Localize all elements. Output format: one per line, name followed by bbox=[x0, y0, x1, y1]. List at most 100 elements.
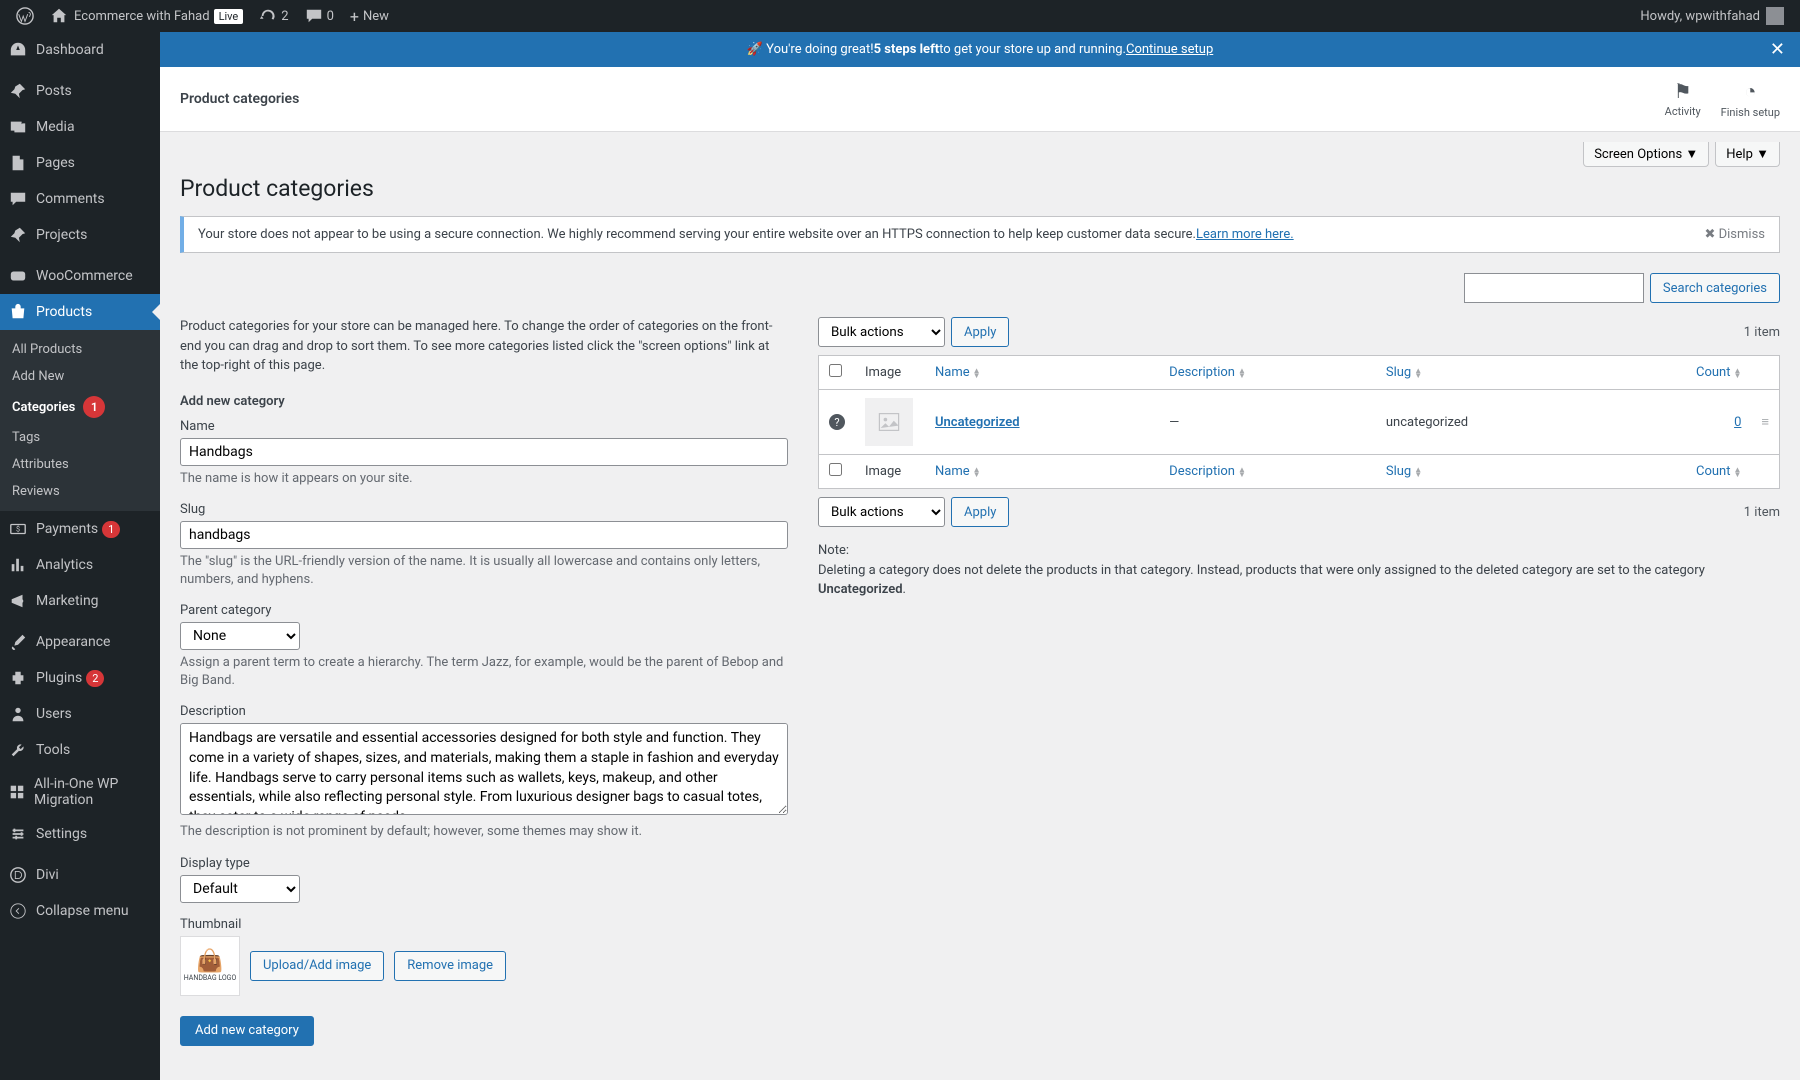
row-name-link[interactable]: Uncategorized bbox=[935, 415, 1020, 430]
name-input[interactable] bbox=[180, 438, 788, 466]
migration-icon bbox=[8, 782, 26, 802]
bulk-actions-bottom[interactable]: Bulk actions bbox=[818, 497, 945, 527]
menu-dashboard[interactable]: Dashboard bbox=[0, 32, 160, 68]
activity-button[interactable]: ⚑ Activity bbox=[1665, 79, 1701, 119]
info-icon[interactable]: ? bbox=[829, 414, 845, 430]
menu-migration[interactable]: All-in-One WP Migration bbox=[0, 768, 160, 816]
wp-logo[interactable] bbox=[8, 0, 42, 32]
categories-table: Image Name▲▼ Description▲▼ Slug▲▼ Count▲… bbox=[818, 355, 1780, 489]
apply-top-button[interactable]: Apply bbox=[951, 317, 1009, 347]
menu-pages[interactable]: Pages bbox=[0, 145, 160, 181]
thumb-label: Thumbnail bbox=[180, 917, 788, 932]
menu-appearance[interactable]: Appearance bbox=[0, 624, 160, 660]
menu-payments[interactable]: $Payments1 bbox=[0, 511, 160, 547]
live-badge: Live bbox=[214, 9, 244, 24]
submenu-reviews[interactable]: Reviews bbox=[0, 478, 160, 505]
menu-tools[interactable]: Tools bbox=[0, 732, 160, 768]
collapse-icon bbox=[8, 901, 28, 921]
users-icon bbox=[8, 704, 28, 724]
apply-bottom-button[interactable]: Apply bbox=[951, 497, 1009, 527]
page-title: Product categories bbox=[180, 175, 1780, 202]
screen-options-button[interactable]: Screen Options ▼ bbox=[1583, 142, 1709, 167]
col-count[interactable]: Count▲▼ bbox=[1696, 365, 1741, 380]
thumbnail-preview: 👜 HANDBAG LOGO bbox=[180, 936, 240, 996]
item-count-bottom: 1 item bbox=[1744, 505, 1780, 520]
menu-plugins[interactable]: Plugins2 bbox=[0, 660, 160, 696]
settings-icon bbox=[8, 824, 28, 844]
col-desc[interactable]: Description▲▼ bbox=[1169, 365, 1246, 380]
name-help: The name is how it appears on your site. bbox=[180, 470, 788, 488]
select-all-bottom[interactable] bbox=[829, 463, 842, 476]
menu-settings[interactable]: Settings bbox=[0, 816, 160, 852]
display-label: Display type bbox=[180, 856, 788, 871]
rocket-icon: 🚀 bbox=[747, 42, 763, 57]
https-notice: Your store does not appear to be using a… bbox=[180, 216, 1780, 253]
search-button[interactable]: Search categories bbox=[1650, 273, 1780, 303]
menu-media[interactable]: Media bbox=[0, 109, 160, 145]
close-icon[interactable]: ✕ bbox=[1770, 39, 1785, 60]
new-link[interactable]: + New bbox=[342, 0, 397, 32]
page-header-title: Product categories bbox=[180, 91, 299, 107]
categories-table-area: Bulk actions Apply 1 item Image Name▲▼ D… bbox=[818, 317, 1780, 1046]
desc-textarea[interactable]: Handbags are versatile and essential acc… bbox=[180, 723, 788, 815]
submenu-add-new[interactable]: Add New bbox=[0, 363, 160, 390]
row-count-link[interactable]: 0 bbox=[1734, 415, 1741, 430]
home-icon bbox=[50, 7, 68, 25]
add-category-form: Product categories for your store can be… bbox=[180, 317, 788, 1046]
banner-steps: 5 steps left bbox=[874, 42, 940, 57]
submenu-categories[interactable]: Categories1 bbox=[0, 390, 160, 424]
display-select[interactable]: Default bbox=[180, 875, 300, 903]
dismiss-button[interactable]: ✖ Dismiss bbox=[1704, 227, 1765, 242]
help-button[interactable]: Help ▼ bbox=[1715, 142, 1780, 167]
col-slug[interactable]: Slug▲▼ bbox=[1386, 365, 1422, 380]
parent-select[interactable]: None bbox=[180, 622, 300, 650]
plugins-badge: 2 bbox=[86, 670, 104, 687]
site-name: Ecommerce with Fahad bbox=[74, 9, 210, 24]
slug-label: Slug bbox=[180, 502, 788, 517]
add-category-button[interactable]: Add new category bbox=[180, 1016, 314, 1046]
menu-analytics[interactable]: Analytics bbox=[0, 547, 160, 583]
updates-link[interactable]: 2 bbox=[251, 0, 296, 32]
notice-link[interactable]: Learn more here. bbox=[1196, 227, 1294, 242]
menu-comments[interactable]: Comments bbox=[0, 181, 160, 217]
site-link[interactable]: Ecommerce with Fahad Live bbox=[42, 0, 251, 32]
search-input[interactable] bbox=[1464, 273, 1644, 303]
submenu-attributes[interactable]: Attributes bbox=[0, 451, 160, 478]
slug-input[interactable] bbox=[180, 521, 788, 549]
media-icon bbox=[8, 117, 28, 137]
new-label: New bbox=[363, 9, 389, 24]
howdy-link[interactable]: Howdy, wpwithfahad bbox=[1632, 0, 1792, 32]
menu-projects[interactable]: Projects bbox=[0, 217, 160, 253]
menu-users[interactable]: Users bbox=[0, 696, 160, 732]
comments-link[interactable]: 0 bbox=[297, 0, 342, 32]
howdy-text: Howdy, wpwithfahad bbox=[1640, 9, 1760, 24]
menu-posts[interactable]: Posts bbox=[0, 73, 160, 109]
admin-sidebar: Dashboard Posts Media Pages Comments Pro… bbox=[0, 32, 160, 1080]
handbag-icon: 👜 bbox=[196, 949, 223, 974]
submenu-all-products[interactable]: All Products bbox=[0, 336, 160, 363]
menu-collapse[interactable]: Collapse menu bbox=[0, 893, 160, 929]
parent-label: Parent category bbox=[180, 603, 788, 618]
bulk-actions-top[interactable]: Bulk actions bbox=[818, 317, 945, 347]
menu-marketing[interactable]: Marketing bbox=[0, 583, 160, 619]
svg-text:$: $ bbox=[16, 525, 20, 534]
col-name[interactable]: Name▲▼ bbox=[935, 365, 981, 380]
upload-image-button[interactable]: Upload/Add image bbox=[250, 951, 384, 981]
continue-setup-link[interactable]: Continue setup bbox=[1126, 42, 1213, 57]
menu-products[interactable]: Products bbox=[0, 294, 160, 330]
payments-badge: 1 bbox=[102, 521, 120, 538]
products-submenu: All Products Add New Categories1 Tags At… bbox=[0, 330, 160, 511]
categories-badge: 1 bbox=[83, 396, 105, 418]
name-label: Name bbox=[180, 419, 788, 434]
menu-woocommerce[interactable]: WooCommerce bbox=[0, 258, 160, 294]
finish-setup-button[interactable]: ◔ Finish setup bbox=[1721, 79, 1780, 119]
drag-handle-icon[interactable]: ≡ bbox=[1761, 415, 1769, 430]
menu-divi[interactable]: Divi bbox=[0, 857, 160, 893]
submenu-tags[interactable]: Tags bbox=[0, 424, 160, 451]
page-header: Product categories ⚑ Activity ◔ Finish s… bbox=[160, 67, 1800, 132]
desc-label: Description bbox=[180, 704, 788, 719]
woo-icon bbox=[8, 266, 28, 286]
banner-text2: to get your store up and running. bbox=[939, 42, 1126, 57]
select-all-top[interactable] bbox=[829, 364, 842, 377]
remove-image-button[interactable]: Remove image bbox=[394, 951, 506, 981]
